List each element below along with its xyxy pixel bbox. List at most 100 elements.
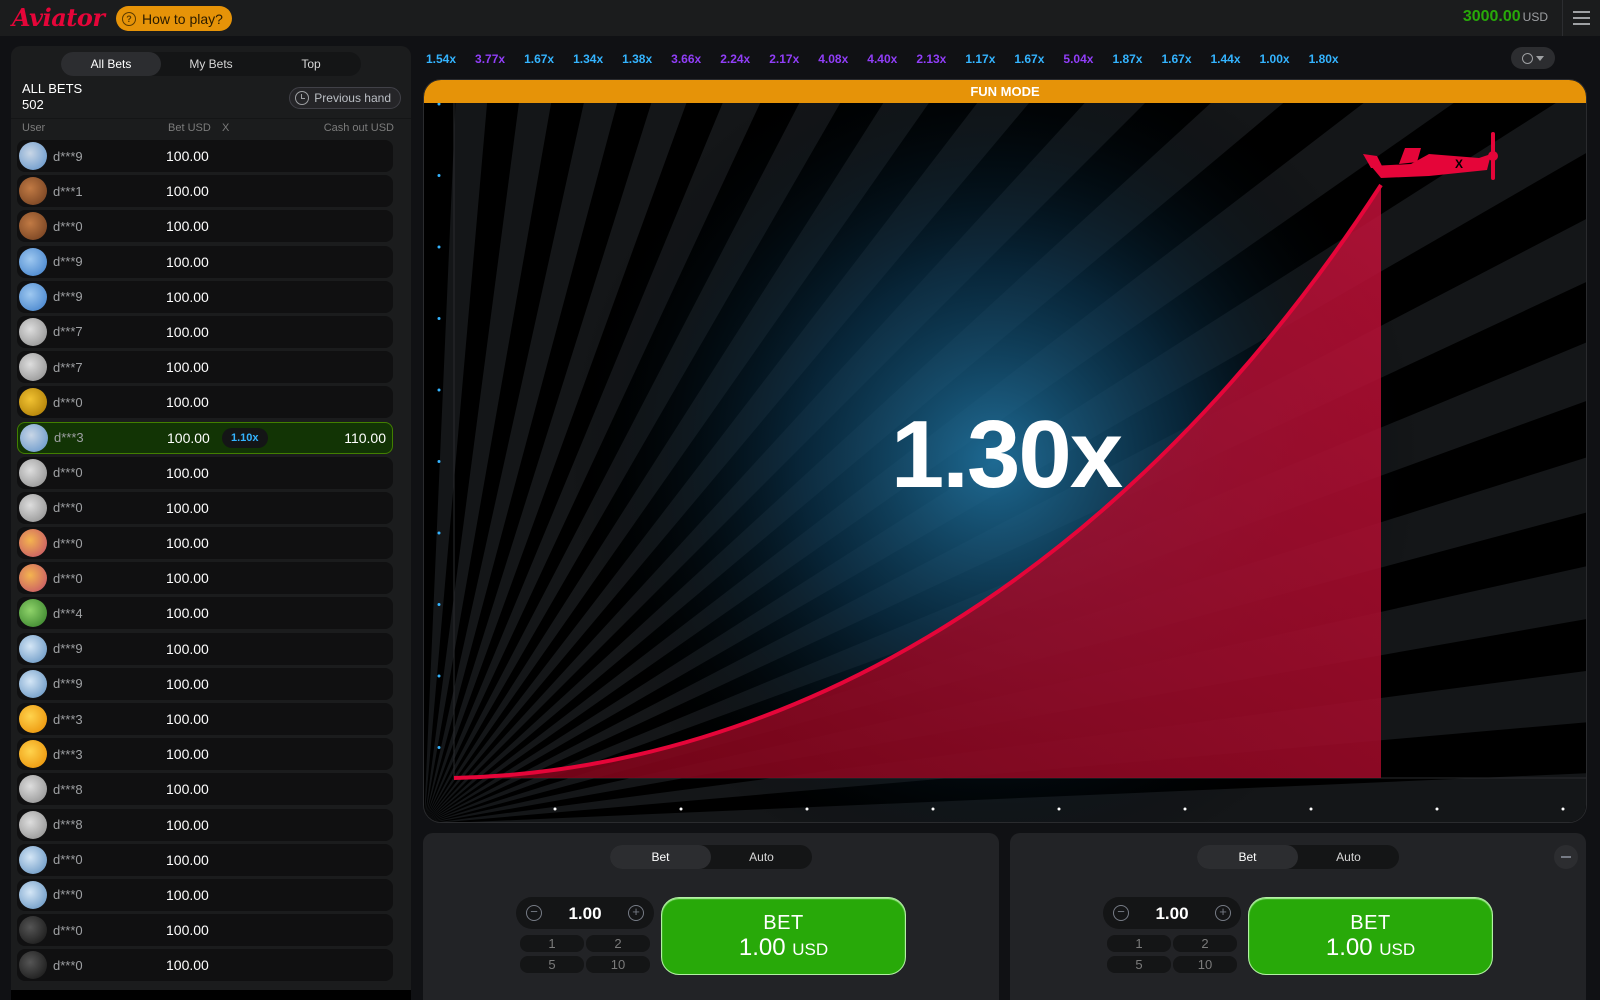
bet-row: d***9 100.00 (17, 280, 393, 313)
username: d***8 (53, 817, 83, 833)
cashout-multiplier: 1.10x (222, 427, 268, 448)
avatar (19, 810, 47, 839)
history-multiplier[interactable]: 2.17x (763, 52, 805, 66)
quick-amount-button[interactable]: 10 (586, 956, 650, 973)
axis-dot (437, 531, 441, 535)
username: d***7 (53, 324, 83, 340)
history-multiplier[interactable]: 3.66x (665, 52, 707, 66)
username: d***3 (54, 430, 84, 445)
tab-bet[interactable]: Bet (1197, 845, 1298, 869)
all-bets-title: ALL BETS (22, 81, 83, 96)
username: d***0 (53, 218, 83, 234)
bet-amount-stepper[interactable]: − 1.00 + (1103, 897, 1241, 929)
history-multiplier[interactable]: 2.24x (714, 52, 756, 66)
history-multiplier[interactable]: 5.04x (1057, 52, 1099, 66)
plus-icon[interactable]: + (628, 905, 644, 921)
history-multiplier[interactable]: 1.44x (1205, 52, 1247, 66)
history-multiplier[interactable]: 4.40x (861, 52, 903, 66)
bet-row: d***3 100.00 1.10x 110.00 (17, 421, 393, 454)
avatar (19, 388, 47, 417)
history-multiplier[interactable]: 1.17x (959, 52, 1001, 66)
avatar (19, 880, 47, 909)
bet-row: d***3 100.00 (17, 703, 393, 735)
bet-amount: 100.00 (166, 253, 209, 270)
tab-my-bets[interactable]: My Bets (161, 52, 261, 76)
bet-row: d***8 100.00 (17, 773, 393, 806)
history-multiplier[interactable]: 1.00x (1254, 52, 1296, 66)
avatar (19, 775, 47, 804)
username: d***9 (53, 254, 83, 270)
axis-dot (679, 807, 683, 811)
quick-amount-button[interactable]: 10 (1173, 956, 1237, 973)
bet-panel-tabs: Bet Auto (610, 845, 812, 869)
chevron-down-icon (1536, 55, 1544, 61)
bet-amount: 100.00 (166, 922, 209, 939)
how-to-play-button[interactable]: ? How to play? (116, 6, 232, 31)
bet-button-amount: 1.00 (1325, 934, 1373, 961)
history-multiplier[interactable]: 3.77x (469, 52, 511, 66)
quick-amount-button[interactable]: 2 (1173, 935, 1237, 952)
bet-amount: 100.00 (166, 886, 209, 903)
avatar (19, 916, 47, 945)
history-clock-icon (1522, 52, 1533, 64)
hamburger-menu-icon[interactable] (1562, 0, 1600, 36)
history-multiplier[interactable]: 1.54x (420, 52, 462, 66)
tab-top[interactable]: Top (261, 52, 361, 76)
plus-icon[interactable]: + (1215, 905, 1231, 921)
aviator-logo[interactable]: Aviator (12, 3, 105, 32)
bet-button[interactable]: BET 1.00 USD (1248, 897, 1493, 975)
username: d***0 (53, 570, 83, 586)
tab-auto[interactable]: Auto (711, 845, 812, 869)
balance-currency: USD (1522, 10, 1548, 24)
quick-amount-button[interactable]: 1 (1107, 935, 1171, 952)
bet-amount-stepper[interactable]: − 1.00 + (516, 897, 654, 929)
username: d***0 (53, 957, 83, 973)
remove-panel-icon[interactable] (1554, 845, 1578, 869)
tab-bet[interactable]: Bet (610, 845, 711, 869)
axis-dot (437, 746, 441, 749)
bet-amount: 100.00 (166, 464, 209, 481)
bet-amount: 100.00 (166, 675, 209, 692)
axis-dot (437, 674, 441, 678)
history-multiplier[interactable]: 1.34x (567, 52, 609, 66)
history-multiplier[interactable]: 1.67x (1155, 52, 1197, 66)
bet-row: d***7 100.00 (17, 315, 393, 348)
bet-button-amount-line: 1.00 USD (1249, 935, 1492, 963)
tab-auto[interactable]: Auto (1298, 845, 1399, 869)
avatar (19, 353, 47, 382)
previous-hand-label: Previous hand (314, 91, 391, 105)
history-multiplier[interactable]: 2.13x (910, 52, 952, 66)
bet-amount: 100.00 (167, 429, 210, 446)
quick-amount-button[interactable]: 5 (520, 956, 584, 973)
bet-row: d***3 100.00 (17, 738, 393, 771)
history-multiplier[interactable]: 1.38x (616, 52, 658, 66)
avatar (20, 423, 48, 452)
bet-button-amount-line: 1.00 USD (662, 935, 905, 963)
bet-panel-tabs: Bet Auto (1197, 845, 1399, 869)
history-multiplier[interactable]: 1.80x (1303, 52, 1345, 66)
avatar (19, 634, 47, 663)
quick-amount-button[interactable]: 2 (586, 935, 650, 952)
bet-button-amount: 1.00 (738, 934, 786, 961)
username: d***7 (53, 359, 83, 375)
avatar (19, 247, 47, 276)
bet-row: d***8 100.00 (17, 808, 393, 841)
quick-amount-button[interactable]: 5 (1107, 956, 1171, 973)
history-toggle-button[interactable] (1511, 47, 1555, 69)
bet-button-label: BET (1350, 912, 1391, 934)
bet-row: d***0 100.00 (17, 949, 393, 982)
history-multiplier[interactable]: 4.08x (812, 52, 854, 66)
bet-button-label: BET (763, 912, 804, 934)
bet-amount: 100.00 (166, 640, 209, 657)
history-multiplier[interactable]: 1.87x (1106, 52, 1148, 66)
previous-hand-button[interactable]: Previous hand (289, 87, 401, 109)
tab-all-bets[interactable]: All Bets (61, 52, 161, 76)
bet-button[interactable]: BET 1.00 USD (661, 897, 906, 975)
bet-amount: 100.00 (166, 781, 209, 798)
history-multiplier[interactable]: 1.67x (1008, 52, 1050, 66)
history-multiplier[interactable]: 1.67x (518, 52, 560, 66)
bet-amount: 100.00 (166, 746, 209, 763)
quick-amount-button[interactable]: 1 (520, 935, 584, 952)
current-multiplier: 1.30x (890, 401, 1123, 508)
bet-amount: 100.00 (166, 359, 209, 376)
